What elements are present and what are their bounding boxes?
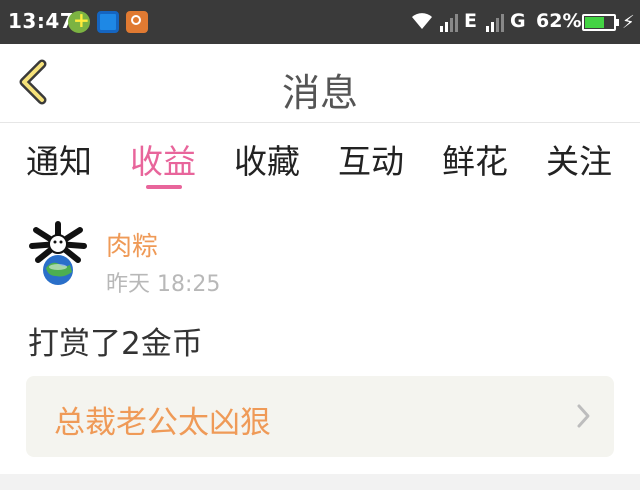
tab-flowers[interactable]: 鲜花	[442, 135, 508, 183]
book-title: 总裁老公太凶狠	[54, 405, 271, 441]
header-bar: 消息	[0, 44, 640, 123]
book-link-card[interactable]: 总裁老公太凶狠	[26, 376, 614, 457]
status-time: 13:47	[8, 9, 75, 33]
status-bar: 13:47 E G 62% ⚡	[0, 0, 640, 44]
battery-tip	[616, 19, 619, 26]
signal-bars-2-icon	[486, 12, 508, 32]
tab-notifications[interactable]: 通知	[26, 135, 92, 183]
tab-follows[interactable]: 关注	[546, 135, 612, 183]
network-type-g: G	[510, 10, 526, 32]
tab-earnings[interactable]: 收益	[130, 135, 196, 183]
message-text: 打赏了2金币	[28, 326, 203, 362]
active-tab-indicator	[146, 185, 182, 189]
page-title: 消息	[281, 71, 358, 115]
signal-bars-icon	[440, 12, 462, 32]
wifi-icon	[412, 13, 432, 29]
media-icon	[126, 11, 148, 33]
app-green-plus-icon	[68, 8, 90, 33]
tab-interactions[interactable]: 互动	[338, 135, 404, 183]
chevron-right-icon	[577, 404, 590, 428]
message-username[interactable]: 肉粽	[106, 226, 158, 263]
bottom-divider	[0, 474, 640, 490]
screenshot-icon	[97, 11, 119, 33]
avatar[interactable]	[28, 220, 88, 286]
charging-icon: ⚡	[622, 12, 635, 33]
tab-bar: 通知 收益 收藏 互动 鲜花 关注	[0, 123, 640, 189]
network-type-e: E	[464, 10, 477, 32]
tab-favorites[interactable]: 收藏	[234, 135, 300, 183]
message-time: 昨天 18:25	[106, 272, 221, 297]
battery-icon	[582, 14, 616, 31]
battery-percent: 62%	[536, 10, 582, 32]
